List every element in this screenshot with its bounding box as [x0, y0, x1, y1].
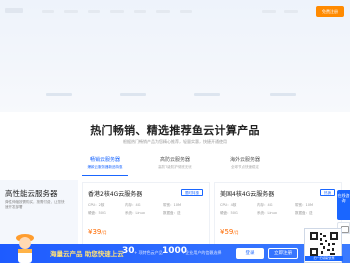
qr-code [310, 232, 338, 256]
card-spec: CPU：4核 [220, 203, 237, 207]
nav-item[interactable] [134, 10, 146, 13]
card-spec: 硬盘：50G [220, 211, 238, 215]
register-button[interactable]: 立即注册 [268, 248, 298, 259]
tab-label: 畅销云服务器 [89, 157, 120, 163]
card-spec: 带宽：10M [163, 203, 181, 207]
section-title: 热门畅销、精选推荐鱼云计算产品 [90, 124, 260, 137]
promo-bar: 海量云产品 助您快速上云 30 + 项特色云产品 1000 +企业用户的信赖选择… [0, 234, 350, 263]
feature-desc: 弹性伸缩按需购买，按需付费，让您快速开发部署 [5, 200, 65, 209]
card-price: ¥39/月 [88, 228, 107, 236]
promo-stat-label: + 项特色云产品 [134, 250, 163, 255]
card-title: 香港2核4G云服务器 [88, 191, 143, 198]
tab-overseas-servers[interactable]: 海外云服务器 全球节点快速稳定 [210, 154, 280, 176]
nav-item[interactable] [42, 10, 54, 13]
tab-sub: 全球节点快速稳定 [231, 165, 259, 169]
card-spec: 数据盘：送 [163, 211, 181, 215]
nav-item[interactable] [156, 10, 170, 13]
nav-item[interactable] [110, 10, 124, 13]
tab-sub: 高防T级防护彻底无忧 [158, 165, 192, 169]
quick-entry[interactable] [38, 88, 112, 103]
quick-entry[interactable] [112, 88, 186, 103]
card-badge: 限时特惠 [181, 189, 203, 196]
card-spec: 数据盘：送 [295, 211, 313, 215]
promo-stat-value: 30 [122, 246, 135, 256]
card-spec: 系统：Linux [125, 211, 145, 215]
card-spec: 内存：4G [257, 203, 273, 207]
tab-label: 海外云服务器 [229, 157, 260, 163]
price-unit: /月 [233, 230, 239, 235]
logo[interactable] [5, 8, 23, 13]
card-badge: 热销 [320, 189, 335, 196]
signup-button[interactable]: 免费注册 [316, 6, 344, 17]
nav-item[interactable] [284, 10, 298, 13]
card-spec: 带宽：10M [295, 203, 313, 207]
login-button[interactable]: 登录 [236, 248, 264, 259]
price-value: ¥59 [220, 228, 234, 236]
card-title: 美国4核4G云服务器 [220, 191, 275, 198]
feature-title: 高性能云服务器 [5, 189, 58, 198]
tab-sub: 爆款云服务器新品特惠 [87, 165, 123, 169]
hero-banner: 免费注册 [0, 0, 350, 112]
card-spec: 内存：4G [125, 203, 141, 207]
section-subtitle: 根据热门畅销产品为您精心推荐，轻量实惠，快捷开通使用 [123, 139, 227, 144]
nav-item[interactable] [64, 10, 78, 13]
nav-item[interactable] [180, 10, 192, 13]
nav-item[interactable] [262, 10, 276, 13]
qr-code-panel: 扫一扫领取优惠 [304, 228, 343, 263]
qr-caption: 扫一扫领取优惠 [305, 256, 343, 261]
card-spec: 硬盘：50G [88, 211, 106, 215]
tab-ddos-servers[interactable]: 高防云服务器 高防T级防护彻底无忧 [140, 154, 210, 176]
card-spec: 系统：Linux [257, 211, 277, 215]
price-value: ¥39 [88, 228, 102, 236]
tab-label: 高防云服务器 [159, 157, 190, 163]
promo-title: 海量云产品 助您快速上云 [50, 250, 124, 258]
tab-hot-servers[interactable]: 畅销云服务器 爆款云服务器新品特惠 [70, 154, 140, 176]
card-spec: CPU：2核 [88, 203, 105, 207]
card-price: ¥59/月 [220, 228, 239, 236]
nav-item[interactable] [88, 10, 100, 13]
quick-entry[interactable] [186, 88, 260, 103]
mascot-illustration [16, 234, 34, 263]
price-unit: /月 [101, 230, 107, 235]
quick-entry[interactable] [262, 88, 336, 103]
promo-stat-label: +企业用户的信赖选择 [182, 250, 222, 255]
top-nav: 免费注册 [0, 0, 350, 22]
online-consult-button[interactable]: 在线咨询 [337, 190, 350, 220]
